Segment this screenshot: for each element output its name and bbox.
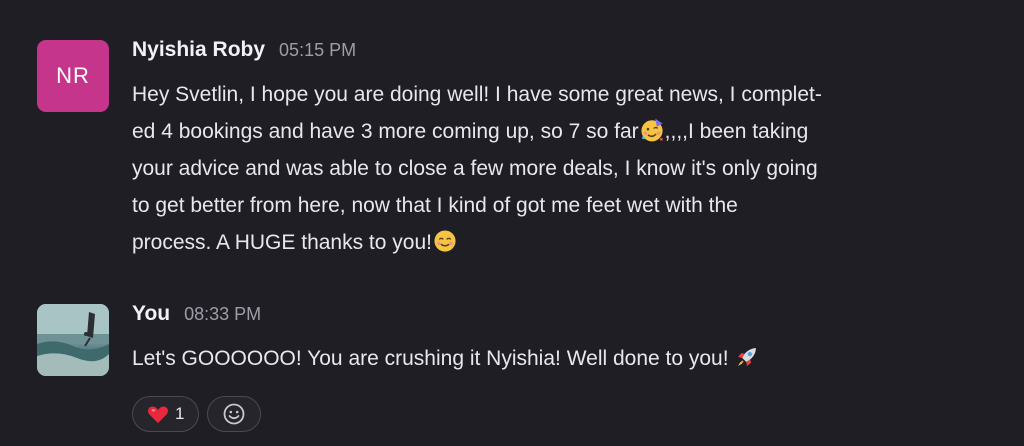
add-reaction-smiley-icon	[224, 403, 245, 425]
partying-face-icon	[641, 118, 663, 142]
message-line: your advice and was able to close a few …	[132, 157, 818, 180]
message-text: ed 4 bookings and have 3 more coming up,…	[132, 120, 639, 143]
message-header: Nyishia Roby 05:15 PM	[132, 38, 1004, 76]
timestamp[interactable]: 08:33 PM	[184, 304, 261, 325]
rocket-icon	[738, 348, 757, 366]
message-header: You 08:33 PM	[132, 302, 1004, 340]
add-reaction-button[interactable]	[207, 396, 262, 432]
message-text: process. A HUGE thanks to you!	[132, 231, 432, 254]
heart-icon	[148, 406, 168, 424]
message-body: Hey Svetlin, I hope you are doing well! …	[132, 76, 1004, 261]
message-line: Hey Svetlin, I hope you are doing well! …	[132, 83, 822, 106]
message-line: process. A HUGE thanks to you!	[132, 224, 1004, 261]
smiling-face-icon	[434, 230, 456, 252]
message-text: Let's GOOOOOO! You are crushing it Nyish…	[132, 347, 729, 370]
message-body: Let's GOOOOOO! You are crushing it Nyish…	[132, 340, 1004, 377]
sender-name[interactable]: Nyishia Roby	[132, 38, 265, 62]
avatar-nyishia[interactable]: NR	[37, 40, 109, 112]
message-text: ,,,,I been taking	[664, 120, 809, 143]
message-content: Nyishia Roby 05:15 PM Hey Svetlin, I hop…	[132, 38, 1004, 261]
reactions-bar: 1	[132, 396, 262, 432]
message-line: Let's GOOOOOO! You are crushing it Nyish…	[132, 340, 1004, 377]
message-content: You 08:33 PM Let's GOOOOOO! You are crus…	[132, 302, 1004, 377]
message-line: ed 4 bookings and have 3 more coming up,…	[132, 113, 1004, 150]
message-line: to get better from here, now that I kind…	[132, 194, 738, 217]
windsurf-photo-icon	[37, 304, 109, 376]
sender-name[interactable]: You	[132, 302, 170, 326]
timestamp[interactable]: 05:15 PM	[279, 40, 356, 61]
reaction-heart[interactable]: 1	[132, 396, 200, 432]
reaction-count: 1	[175, 404, 185, 423]
avatar-you[interactable]	[37, 304, 109, 376]
